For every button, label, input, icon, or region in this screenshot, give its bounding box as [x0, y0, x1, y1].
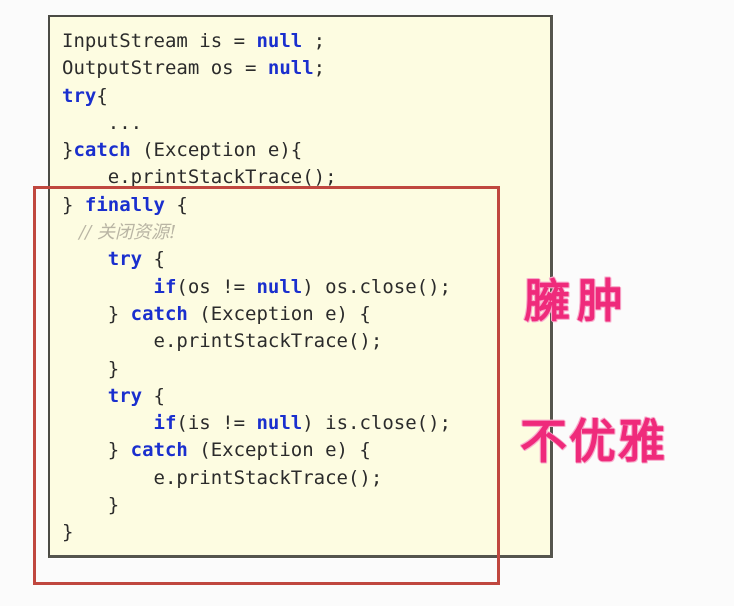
code-line: } — [62, 492, 550, 519]
code-text: { — [142, 248, 165, 271]
code-line: e.printStackTrace(); — [62, 164, 550, 191]
code-text: e.printStackTrace(); — [62, 466, 383, 489]
code-line: try{ — [62, 83, 550, 110]
code-text: } — [62, 302, 131, 325]
code-keyword: try — [107, 384, 143, 407]
code-line: e.printStackTrace(); — [62, 328, 550, 355]
code-text: } — [62, 494, 120, 517]
code-keyword: try — [107, 248, 143, 271]
code-keyword: null — [256, 275, 303, 298]
code-block: InputStream is = null ; OutputStream os =… — [62, 28, 550, 547]
code-text: } — [62, 521, 74, 544]
code-text: { — [96, 84, 108, 107]
code-line: } finally { — [62, 192, 550, 219]
code-text: ) is.close(); — [302, 412, 451, 435]
code-keyword: catch — [73, 139, 131, 162]
code-text: e.printStackTrace(); — [62, 166, 337, 189]
code-text: ; — [313, 57, 326, 80]
code-line: try { — [62, 246, 550, 273]
code-text: ; — [302, 30, 326, 52]
code-text: } — [62, 357, 120, 380]
code-keyword: try — [62, 84, 97, 107]
code-text: { — [142, 384, 165, 407]
code-panel: InputStream is = null ; OutputStream os =… — [48, 15, 553, 558]
code-text: (Exception e) { — [187, 439, 371, 462]
code-keyword: catch — [130, 302, 188, 325]
code-keyword: null — [267, 57, 314, 80]
code-line: ... — [62, 110, 550, 137]
code-line: InputStream is = null ; — [62, 28, 550, 55]
code-text: (Exception e) { — [187, 302, 371, 325]
code-line: OutputStream os = null; — [62, 55, 550, 82]
code-keyword: null — [256, 30, 303, 52]
code-line: if(os != null) os.close(); — [62, 274, 550, 301]
code-text: (Exception e){ — [130, 139, 303, 162]
code-text: OutputStream os = — [62, 57, 268, 80]
code-line: } — [62, 519, 550, 546]
code-keyword: finally — [84, 193, 165, 216]
code-line: } catch (Exception e) { — [62, 437, 550, 464]
code-keyword: null — [256, 412, 303, 435]
code-comment: // 关闭资源! — [62, 222, 177, 244]
code-text: } — [62, 193, 85, 216]
code-line: // 关闭资源! — [62, 219, 550, 246]
code-keyword: catch — [130, 439, 188, 462]
code-line: try { — [62, 383, 550, 410]
code-text: ... — [62, 111, 143, 134]
code-line: }catch (Exception e){ — [62, 137, 550, 164]
code-text: ) os.close(); — [302, 275, 451, 298]
code-text: } — [62, 139, 74, 162]
code-line: } — [62, 356, 550, 383]
annotation-bloated: 臃肿 — [524, 274, 630, 328]
code-line: if(is != null) is.close(); — [62, 410, 550, 437]
code-text: (is != — [176, 412, 257, 435]
code-text: { — [164, 193, 188, 216]
code-keyword: if — [153, 275, 177, 298]
code-keyword: if — [153, 412, 177, 435]
code-line: } catch (Exception e) { — [62, 301, 550, 328]
code-line: e.printStackTrace(); — [62, 465, 550, 492]
annotation-inelegant: 不优雅 — [520, 415, 667, 470]
code-text: (os != — [176, 275, 257, 298]
code-text: InputStream is = — [62, 30, 257, 52]
code-text: e.printStackTrace(); — [62, 330, 383, 353]
code-text: } — [62, 439, 131, 462]
